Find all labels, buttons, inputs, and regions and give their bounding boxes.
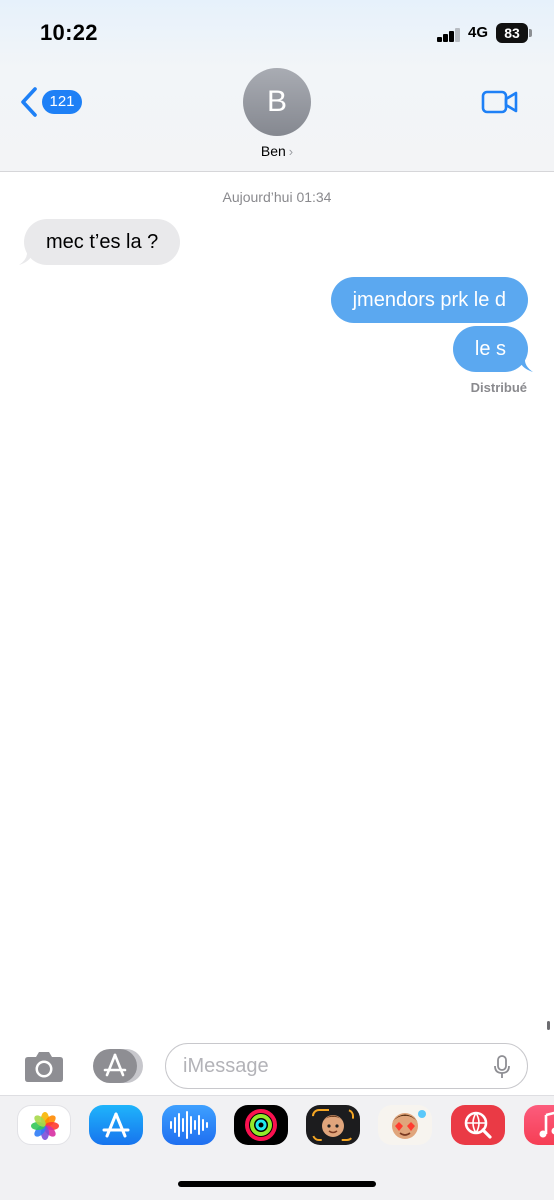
battery-tip <box>529 29 532 37</box>
battery-icon: 83 <box>496 23 528 43</box>
memoji-stickers-icon <box>392 1110 426 1139</box>
back-button[interactable]: 121 <box>20 85 84 119</box>
microphone-icon[interactable] <box>493 1055 511 1079</box>
sent-message-bubble[interactable]: jmendors prk le d <box>330 277 528 323</box>
memoji-stickers-app-icon[interactable] <box>378 1105 432 1145</box>
audio-message-app-icon[interactable] <box>162 1105 216 1145</box>
memoji-app-icon[interactable] <box>306 1105 360 1145</box>
memoji-face-icon <box>312 1109 354 1141</box>
message-input-placeholder: iMessage <box>183 1055 269 1077</box>
apps-button[interactable] <box>93 1048 145 1084</box>
message-text: le s <box>474 338 506 360</box>
avatar[interactable]: B <box>243 68 311 136</box>
photos-app-icon[interactable] <box>17 1105 71 1145</box>
app-store-a-icon <box>102 1112 130 1138</box>
chevron-left-icon <box>21 87 37 117</box>
conversation-header: 10:22 4G 83 121 B Ben › <box>0 0 554 172</box>
delivery-status: Distribué <box>470 380 527 395</box>
contact-name: Ben <box>260 143 286 159</box>
activity-app-icon[interactable] <box>234 1105 288 1145</box>
camera-icon <box>25 1052 63 1082</box>
images-search-app-icon[interactable] <box>451 1105 505 1145</box>
conversation-timestamp: Aujourd’hui 01:34 <box>222 189 332 205</box>
cellular-signal-icon <box>437 28 463 42</box>
activity-rings-icon <box>245 1109 277 1141</box>
app-store-icon <box>93 1049 143 1083</box>
received-message-bubble[interactable]: mec t’es la ? <box>19 219 181 265</box>
contact-name-button[interactable]: Ben › <box>0 143 554 159</box>
message-input[interactable]: iMessage <box>165 1043 528 1089</box>
network-type: 4G <box>468 24 489 41</box>
sent-message-bubble[interactable]: le s <box>452 326 533 372</box>
message-text: jmendors prk le d <box>352 289 506 311</box>
waveform-icon <box>170 1111 208 1139</box>
unread-count-badge: 121 <box>42 90 82 114</box>
bubble-tail <box>19 251 33 265</box>
globe-search-icon <box>464 1111 492 1139</box>
camera-button[interactable] <box>24 1049 64 1083</box>
scroll-indicator[interactable] <box>547 1021 550 1030</box>
message-text: mec t’es la ? <box>46 231 159 253</box>
home-indicator[interactable] <box>178 1181 376 1187</box>
photos-flower-icon <box>31 1112 59 1140</box>
bubble-tail <box>519 358 533 372</box>
music-app-icon[interactable] <box>524 1105 554 1145</box>
chevron-right-icon: › <box>288 144 294 159</box>
facetime-video-button[interactable] <box>481 88 519 116</box>
status-time: 10:22 <box>40 20 98 45</box>
app-store-app-icon[interactable] <box>89 1105 143 1145</box>
video-camera-icon <box>481 90 518 114</box>
music-note-icon <box>539 1111 554 1138</box>
